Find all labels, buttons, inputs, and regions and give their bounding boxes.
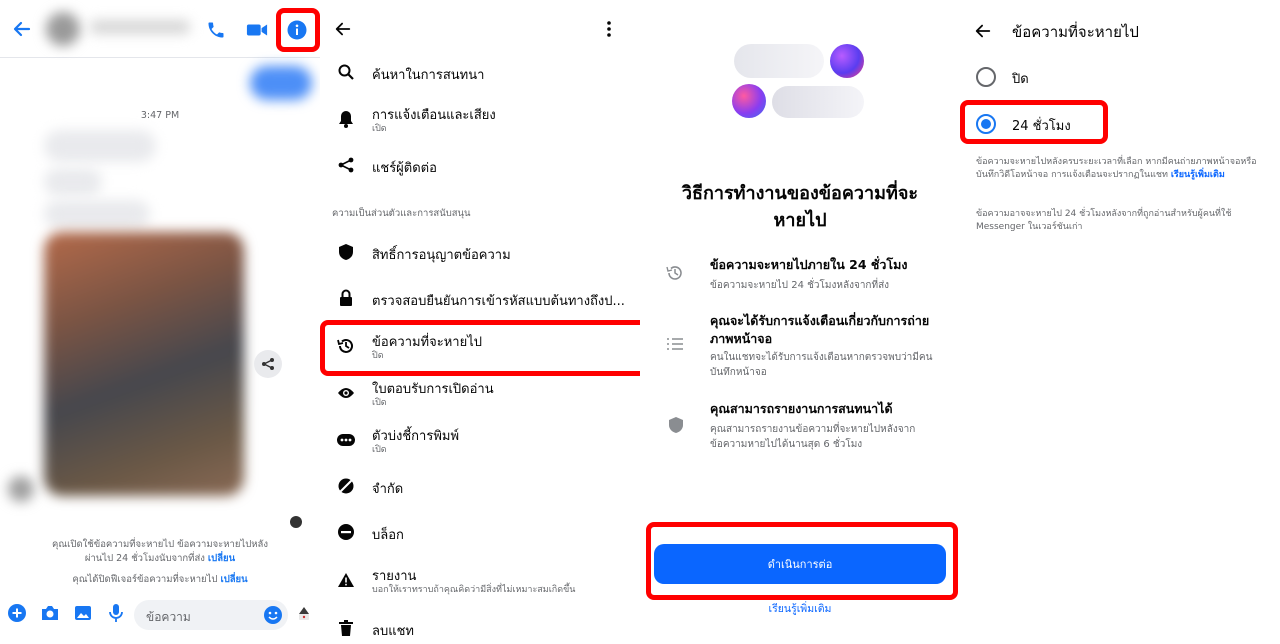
- restrict-icon: [336, 476, 356, 496]
- quick-reaction-icon[interactable]: [296, 606, 312, 626]
- camera-icon[interactable]: [40, 604, 60, 626]
- bell-icon: [336, 109, 356, 129]
- continue-button[interactable]: ดำเนินการต่อ: [654, 544, 946, 584]
- back-arrow-icon[interactable]: [974, 22, 992, 44]
- radio-off[interactable]: [976, 67, 996, 87]
- trash-icon: [336, 618, 356, 638]
- chat-header: [0, 0, 320, 58]
- option-24h[interactable]: 24 ชั่วโมง: [960, 111, 1280, 137]
- info-title: วิธีการทำงานของข้อความที่จะหายไป: [681, 183, 919, 231]
- more-options-icon[interactable]: [606, 20, 612, 42]
- legacy-note: ข้อความอาจจะหายไป 24 ชั่วโมงหลังจากที่ถู…: [976, 209, 1232, 232]
- learn-more-link[interactable]: เรียนรู้เพิ่มเติม: [1171, 170, 1225, 180]
- menu-item-message-permissions[interactable]: สิทธิ์การอนุญาตข้อความ: [320, 232, 640, 276]
- plus-icon[interactable]: [8, 604, 26, 626]
- change-link[interactable]: เปลี่ยน: [220, 574, 247, 585]
- option-off-label: ปิด: [1012, 72, 1029, 87]
- shield-icon: [336, 242, 356, 262]
- list-icon: [666, 336, 688, 358]
- incoming-bubble: [44, 200, 150, 228]
- block-icon: [336, 522, 356, 542]
- radio-24h[interactable]: [976, 114, 996, 134]
- menu-item-read-receipts[interactable]: ใบตอบรับการเปิดอ่าน เปิด: [320, 373, 640, 417]
- message-input-placeholder: ข้อความ: [146, 610, 191, 624]
- description: ข้อความจะหายไปหลังครบระยะเวลาที่เลือก หา…: [976, 157, 1257, 180]
- contact-name: [90, 20, 190, 34]
- continue-label: ดำเนินการต่อ: [767, 558, 833, 571]
- menu-item-verify-encryption[interactable]: ตรวจสอบยืนยันการเข้ารหัสแบบต้นทางถึงป...: [320, 278, 640, 322]
- back-arrow-icon[interactable]: [334, 20, 352, 42]
- feature-24h: ข้อความจะหายไปภายใน 24 ชั่วโมง ข้อความจะ…: [660, 256, 950, 302]
- search-icon: [336, 62, 356, 82]
- composer-bar: ข้อความ: [0, 596, 320, 636]
- lock-icon: [336, 288, 356, 308]
- typing-icon: [336, 430, 356, 450]
- outgoing-bubble: [250, 66, 312, 100]
- disappearing-info-panel: วิธีการทำงานของข้อความที่จะหายไป ข้อความ…: [640, 0, 960, 644]
- avatar[interactable]: [46, 12, 80, 46]
- menu-item-typing-indicator[interactable]: ตัวบ่งชี้การพิมพ์ เปิด: [320, 420, 640, 464]
- illustration: [730, 40, 880, 130]
- sender-avatar: [8, 476, 34, 502]
- menu-item-search[interactable]: ค้นหาในการสนทนา: [320, 52, 640, 96]
- menu-item-notifications[interactable]: การแจ้งเตือนและเสียง เปิด: [320, 99, 640, 143]
- microphone-icon[interactable]: [108, 603, 124, 627]
- learn-more-link[interactable]: เรียนรู้เพิ่มเติม: [640, 600, 960, 617]
- menu-item-block[interactable]: บล็อก: [320, 512, 640, 556]
- disappearing-notice: คุณเปิดใช้ข้อความที่จะหายไป ข้อความจะหาย…: [52, 539, 268, 564]
- eye-icon: [336, 383, 356, 403]
- message-timestamp: 3:47 PM: [140, 110, 180, 121]
- disappearing-off-notice: คุณได้ปิดฟีเจอร์ข้อความที่จะหายไป เปลี่ย…: [72, 574, 248, 585]
- photo-message[interactable]: [44, 232, 244, 496]
- menu-item-disappearing-messages[interactable]: ข้อความที่จะหายไป ปิด: [320, 326, 640, 370]
- menu-item-report[interactable]: รายงาน บอกให้เราทราบถ้าคุณคิดว่ามีสิ่งที…: [320, 560, 640, 604]
- incoming-bubble: [44, 168, 102, 196]
- menu-item-share-contact[interactable]: แชร์ผู้ติดต่อ: [320, 145, 640, 189]
- share-icon: [262, 358, 274, 370]
- message-input[interactable]: ข้อความ: [134, 600, 288, 630]
- option-off[interactable]: ปิด: [960, 64, 1280, 90]
- menu-item-delete-chat[interactable]: ลบแชท: [320, 608, 640, 644]
- share-icon: [336, 155, 356, 175]
- gallery-icon[interactable]: [74, 604, 92, 626]
- option-24h-label: 24 ชั่วโมง: [1012, 119, 1071, 134]
- menu-item-restrict[interactable]: จำกัด: [320, 466, 640, 510]
- warning-icon: [336, 570, 356, 590]
- incoming-bubble: [44, 130, 156, 162]
- emoji-icon[interactable]: [264, 606, 282, 628]
- disappearing-settings-panel: ข้อความที่จะหายไป ปิด 24 ชั่วโมง ข้อความ…: [960, 0, 1280, 644]
- feature-screenshot: คุณจะได้รับการแจ้งเตือนเกี่ยวกับการถ่ายภ…: [660, 312, 950, 392]
- section-label: ความเป็นส่วนตัวและการสนับสนุน: [332, 208, 471, 219]
- timer-history-icon: [666, 264, 688, 286]
- video-call-icon[interactable]: [246, 21, 268, 43]
- share-button[interactable]: [254, 350, 282, 378]
- chat-panel: 3:47 PM คุณเปิดใช้ข้อความที่จะหายไป ข้อค…: [0, 0, 320, 644]
- shield-icon: [668, 416, 690, 438]
- phone-icon[interactable]: [206, 20, 226, 44]
- info-icon[interactable]: [287, 20, 307, 44]
- chat-settings-panel: ค้นหาในการสนทนา การแจ้งเตือนและเสียง เปิ…: [320, 0, 640, 644]
- timer-history-icon: [336, 336, 356, 356]
- change-link[interactable]: เปลี่ยน: [208, 553, 235, 564]
- page-title: ข้อความที่จะหายไป: [1012, 23, 1139, 41]
- back-arrow-icon[interactable]: [12, 19, 32, 43]
- seen-avatar: [290, 516, 302, 528]
- feature-report: คุณสามารถรายงานการสนทนาได้ คุณสามารถรายง…: [660, 400, 950, 456]
